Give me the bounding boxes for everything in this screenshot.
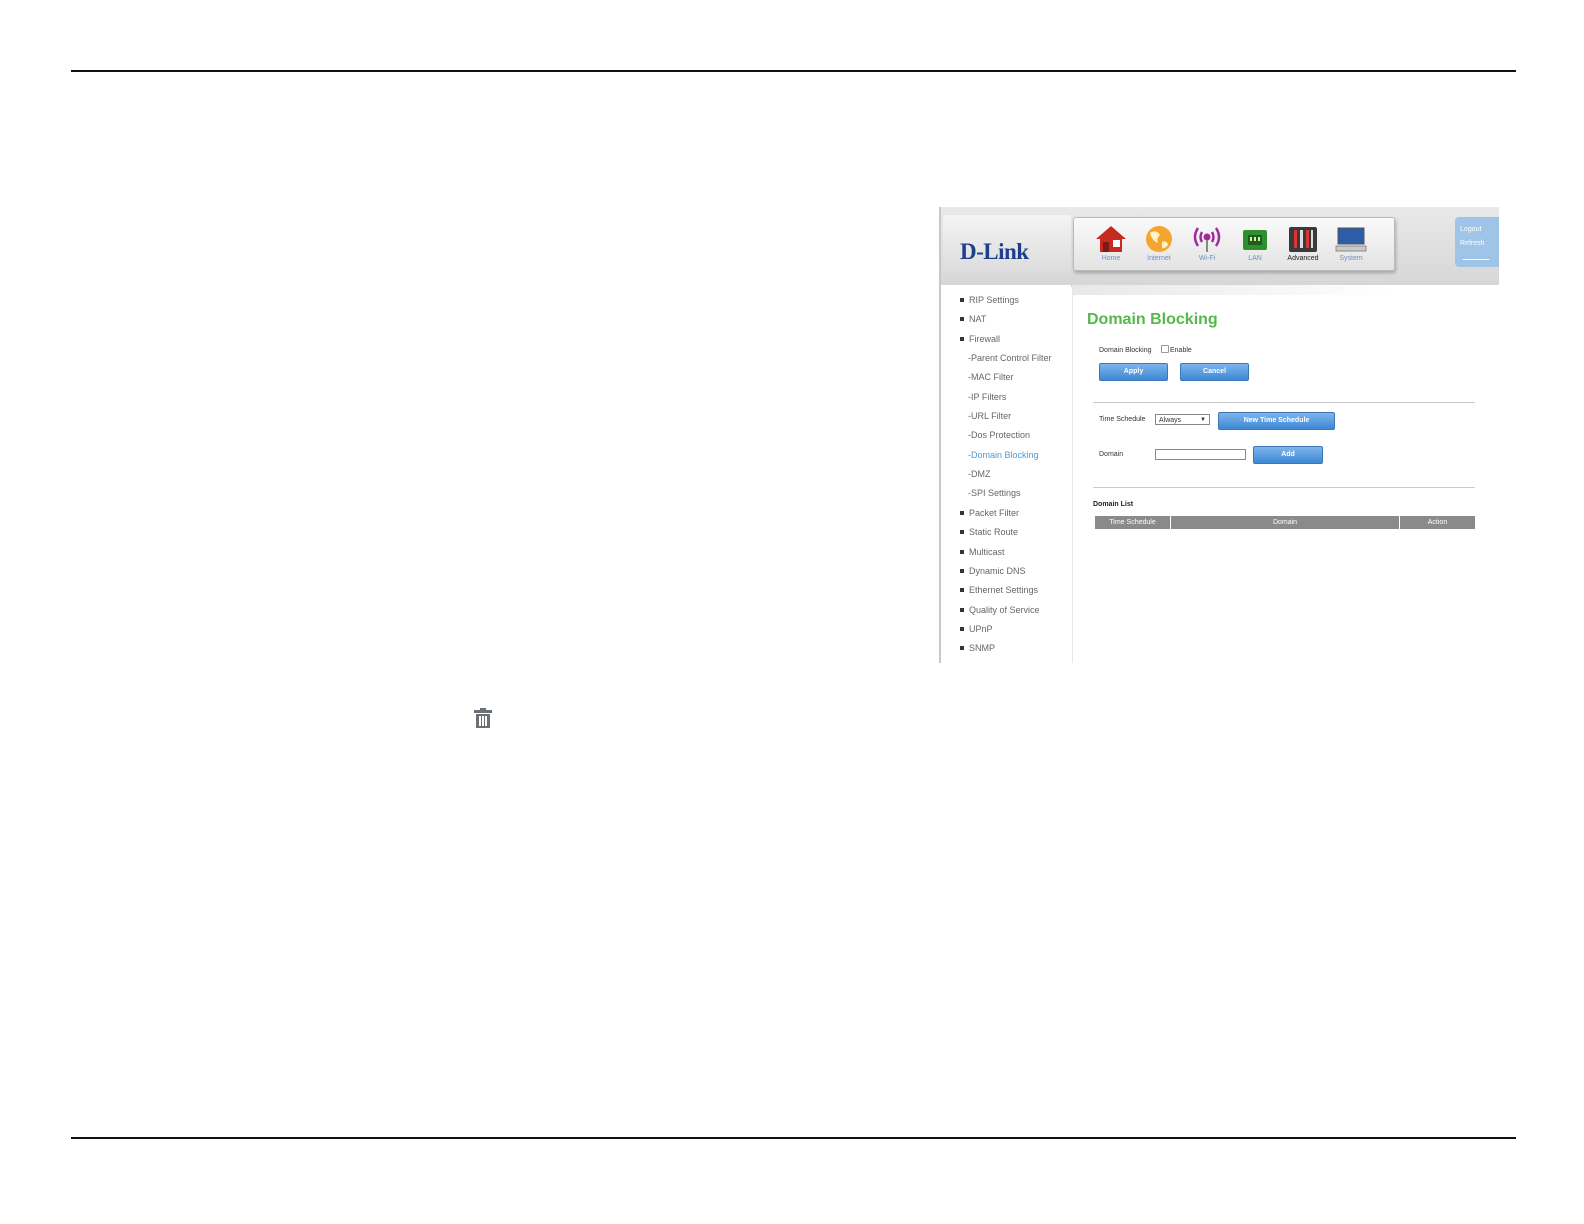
nav-advanced-label: Advanced [1287, 255, 1319, 262]
header: D-Link Home Internet Wi-Fi LAN Advanced … [941, 207, 1499, 287]
new-time-schedule-button[interactable]: New Time Schedule [1218, 412, 1335, 430]
domain-input[interactable] [1155, 449, 1246, 460]
nav-wifi[interactable]: Wi-Fi [1184, 220, 1230, 268]
bullet-icon [960, 529, 964, 534]
domain-label: Domain [1099, 451, 1124, 458]
sidebar-item-label: Quality of Service [969, 605, 1040, 615]
enable-checkbox[interactable] [1161, 345, 1169, 353]
bullet-icon [960, 587, 964, 592]
sidebar-item-label: Dynamic DNS [969, 566, 1026, 576]
nav-system-label: System [1339, 255, 1363, 262]
bullet-icon [960, 297, 964, 302]
divider [1093, 402, 1475, 403]
refresh-link[interactable]: Refresh [1455, 237, 1499, 251]
nav-advanced[interactable]: Advanced [1280, 220, 1326, 268]
time-schedule-value: Always [1159, 417, 1182, 424]
sidebar-item-domain-blocking[interactable]: -Domain Blocking [968, 450, 1039, 460]
nav-home-label: Home [1101, 255, 1121, 262]
sidebar-item-dynamic-dns[interactable]: Dynamic DNS [960, 566, 1026, 576]
content-top-shade [1073, 285, 1393, 295]
domain-list-title: Domain List [1093, 501, 1134, 508]
logout-link[interactable]: Logout [1455, 223, 1499, 237]
sidebar-item-url-filter[interactable]: -URL Filter [968, 411, 1011, 421]
nav-wifi-label: Wi-Fi [1198, 255, 1216, 262]
sidebar-item-label: UPnP [969, 624, 993, 634]
sidebar-item-mac-filter[interactable]: -MAC Filter [968, 372, 1014, 382]
sidebar-item-label: Firewall [969, 334, 1001, 344]
sidebar-item-ip-filters[interactable]: -IP Filters [968, 392, 1006, 402]
bottom-rule [71, 1137, 1516, 1139]
sidebar-item-packet-filter[interactable]: Packet Filter [960, 508, 1019, 518]
bullet-icon [960, 607, 964, 612]
monitor-icon [1335, 227, 1367, 252]
nav-system[interactable]: System [1328, 220, 1374, 268]
main-content: Domain Blocking Domain Blocking Enable A… [1072, 285, 1499, 663]
sidebar-item-label: Ethernet Settings [969, 585, 1039, 595]
nav-lan-label: LAN [1248, 255, 1262, 262]
bullet-icon [960, 336, 964, 341]
time-schedule-label: Time Schedule [1099, 416, 1146, 423]
sidebar-item-upnp[interactable]: UPnP [960, 624, 993, 634]
tools-icon [1289, 227, 1317, 252]
domain-list-header: Time Schedule Domain Action [1095, 516, 1475, 529]
column-header-action: Action [1400, 516, 1475, 529]
column-header-time-schedule: Time Schedule [1095, 516, 1171, 529]
sidebar-item-spi-settings[interactable]: -SPI Settings [968, 488, 1021, 498]
session-links: Logout Refresh [1455, 217, 1499, 267]
sidebar-item-quality-of-service[interactable]: Quality of Service [960, 605, 1040, 615]
session-divider [1463, 259, 1489, 260]
page-title: Domain Blocking [1087, 311, 1218, 328]
sidebar-item-rip-settings[interactable]: RIP Settings [960, 295, 1019, 305]
sidebar-item-label: Packet Filter [969, 508, 1020, 518]
sidebar-item-dmz[interactable]: -DMZ [968, 469, 991, 479]
sidebar-item-label: NAT [969, 314, 987, 324]
nav-lan[interactable]: LAN [1232, 220, 1278, 268]
top-rule [71, 70, 1516, 72]
sidebar-item-dos-protection[interactable]: -Dos Protection [968, 430, 1030, 440]
time-schedule-select[interactable]: Always ▼ [1155, 414, 1210, 425]
sidebar-item-parent-control-filter[interactable]: -Parent Control Filter [968, 353, 1052, 363]
nav-home[interactable]: Home [1088, 220, 1134, 268]
wifi-icon [1193, 227, 1221, 252]
bullet-icon [960, 549, 964, 554]
lan-icon [1243, 230, 1267, 250]
sidebar-item-label: Static Route [969, 527, 1019, 537]
sidebar-item-snmp[interactable]: SNMP [960, 643, 995, 653]
sidebar-item-label: SNMP [969, 643, 996, 653]
bullet-icon [960, 568, 964, 573]
bullet-icon [960, 645, 964, 650]
sidebar-item-ethernet-settings[interactable]: Ethernet Settings [960, 585, 1038, 595]
cancel-button[interactable]: Cancel [1180, 363, 1249, 381]
domain-blocking-label: Domain Blocking [1099, 347, 1152, 354]
sidebar-item-label: Multicast [969, 547, 1005, 557]
sidebar-item-static-route[interactable]: Static Route [960, 527, 1018, 537]
home-icon [1096, 226, 1126, 252]
sidebar-item-label: RIP Settings [969, 295, 1019, 305]
sidebar: RIP Settings NAT Firewall -Parent Contro… [941, 285, 1071, 663]
sidebar-item-nat[interactable]: NAT [960, 314, 986, 324]
nav-internet-label: Internet [1147, 255, 1171, 262]
enable-label: Enable [1170, 347, 1192, 354]
divider [1093, 487, 1475, 488]
column-header-domain: Domain [1171, 516, 1400, 529]
logo-box: D-Link [943, 215, 1071, 273]
bullet-icon [960, 626, 964, 631]
nav-internet[interactable]: Internet [1136, 220, 1182, 268]
apply-button[interactable]: Apply [1099, 363, 1168, 381]
router-admin-screenshot: D-Link Home Internet Wi-Fi LAN Advanced … [939, 207, 1499, 663]
sidebar-item-multicast[interactable]: Multicast [960, 547, 1005, 557]
add-button[interactable]: Add [1253, 446, 1323, 464]
bullet-icon [960, 316, 964, 321]
chevron-down-icon: ▼ [1200, 417, 1206, 423]
sidebar-item-firewall[interactable]: Firewall [960, 334, 1000, 344]
top-nav: Home Internet Wi-Fi LAN Advanced System [1073, 217, 1395, 271]
dlink-logo: D-Link [960, 239, 1029, 264]
bullet-icon [960, 510, 964, 515]
trash-icon [474, 708, 492, 728]
globe-icon [1146, 226, 1172, 252]
